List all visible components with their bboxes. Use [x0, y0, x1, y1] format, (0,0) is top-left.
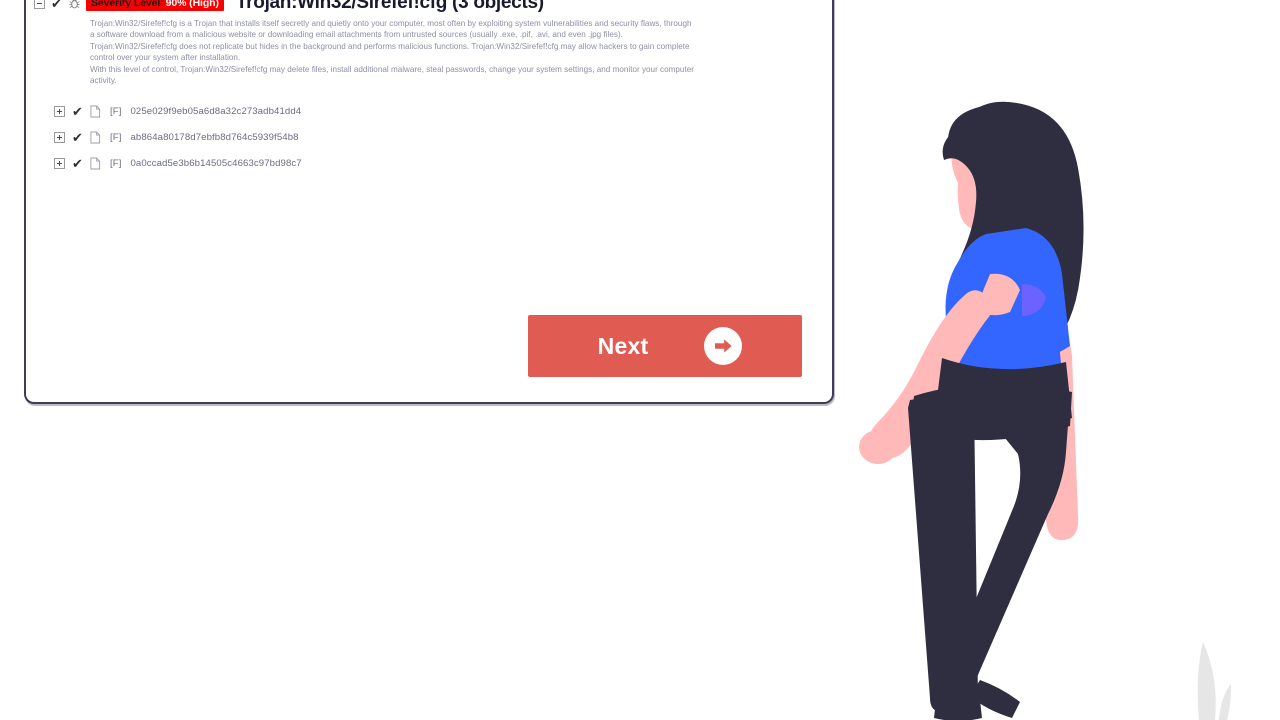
threat-checkbox[interactable]: ✔	[50, 0, 63, 10]
severity-value: 90% (High)	[165, 0, 219, 9]
screen-root: ✔ Severity Level: 90% (High) Trojan:Win3…	[0, 0, 1280, 720]
document-icon	[90, 131, 101, 144]
file-expand-toggle[interactable]	[54, 131, 65, 143]
file-checkbox[interactable]: ✔	[71, 157, 84, 170]
threat-entry: ✔ Severity Level: 90% (High) Trojan:Win3…	[34, 0, 824, 176]
threat-description-line: Trojan:Win32/Sirefef!cfg is a Trojan tha…	[90, 19, 692, 28]
bug-icon	[68, 0, 81, 10]
file-type-tag: [F]	[110, 131, 122, 143]
next-button[interactable]: Next	[528, 315, 802, 377]
file-expand-toggle[interactable]	[54, 105, 65, 117]
severity-label: Severity Level:	[91, 0, 164, 9]
table-row[interactable]: ✔ [F] 025e029f9eb05a6d8a32c273adb41dd4	[54, 98, 824, 124]
next-button-label: Next	[597, 332, 649, 359]
file-expand-toggle[interactable]	[54, 157, 65, 169]
file-hash-name: ab864a80178d7ebfb8d764c5939f54b8	[130, 131, 299, 143]
file-checkbox[interactable]: ✔	[71, 105, 84, 118]
document-icon	[90, 157, 101, 170]
detected-objects-list: ✔ [F] 025e029f9eb05a6d8a32c273adb41dd4 ✔	[54, 98, 824, 176]
document-icon	[90, 105, 101, 118]
file-checkbox[interactable]: ✔	[71, 131, 84, 144]
arrow-right-circle-icon	[704, 327, 743, 365]
threat-description-line: a software download from a malicious web…	[90, 30, 623, 40]
threat-description-line: activity.	[90, 76, 117, 86]
file-hash-name: 025e029f9eb05a6d8a32c273adb41dd4	[130, 105, 302, 117]
threat-description-line: control over your system after installat…	[90, 53, 241, 63]
file-hash-name: 0a0ccad5e3b6b14505c4663c97bd98c7	[130, 157, 302, 169]
file-type-tag: [F]	[110, 105, 122, 117]
threat-description: Trojan:Win32/Sirefef!cfg is a Trojan tha…	[90, 19, 818, 86]
threat-header-row[interactable]: ✔ Severity Level: 90% (High) Trojan:Win3…	[34, 0, 824, 14]
walking-woman-illustration	[840, 100, 1180, 720]
table-row[interactable]: ✔ [F] 0a0ccad5e3b6b14505c4663c97bd98c7	[54, 150, 824, 176]
file-type-tag: [F]	[110, 157, 122, 169]
threat-description-line: With this level of control, Trojan:Win32…	[90, 64, 694, 74]
table-row[interactable]: ✔ [F] ab864a80178d7ebfb8d764c5939f54b8	[54, 124, 824, 150]
scan-results-panel: ✔ Severity Level: 90% (High) Trojan:Win3…	[24, 0, 834, 404]
threat-collapse-toggle[interactable]	[34, 0, 45, 9]
leaf-decoration	[1185, 630, 1245, 720]
severity-badge: Severity Level: 90% (High)	[86, 0, 224, 11]
threat-title: Trojan:Win32/Sirefef!cfg (3 objects)	[235, 0, 544, 13]
threat-description-line: Trojan:Win32/Sirefef!cfg does not replic…	[90, 41, 690, 51]
